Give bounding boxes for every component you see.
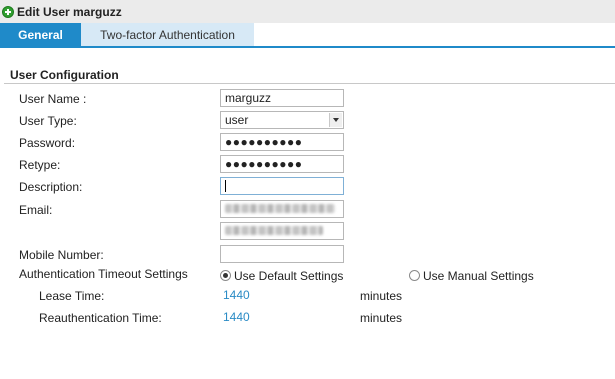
user-type-label: User Type:	[19, 114, 77, 128]
mobile-number-label: Mobile Number:	[19, 248, 104, 262]
use-manual-settings-label[interactable]: Use Manual Settings	[423, 269, 534, 283]
auth-timeout-label: Authentication Timeout Settings	[19, 267, 188, 281]
user-type-selected-value: user	[225, 113, 249, 127]
lease-time-unit: minutes	[360, 289, 403, 303]
reauthentication-time-unit: minutes	[360, 311, 403, 325]
email-input-1[interactable]	[220, 200, 344, 218]
tab-general[interactable]: General	[0, 23, 81, 46]
description-input[interactable]	[220, 177, 344, 195]
redacted-email-1	[225, 204, 335, 213]
lease-time-value: 1440	[223, 288, 250, 302]
tab-strip: General Two-factor Authentication	[0, 23, 615, 48]
email-label: Email:	[19, 203, 53, 217]
user-name-label: User Name :	[19, 92, 87, 106]
redacted-email-2	[225, 226, 323, 235]
email-input-2[interactable]	[220, 222, 344, 240]
retype-password-input[interactable]: ●●●●●●●●●●	[220, 155, 344, 173]
mobile-number-input[interactable]	[220, 245, 344, 263]
lease-time-label: Lease Time:	[39, 289, 105, 303]
description-label: Description:	[19, 180, 83, 194]
section-divider	[4, 83, 615, 84]
text-caret	[225, 180, 226, 192]
use-default-settings-radio[interactable]	[220, 270, 231, 281]
reauthentication-time-label: Reauthentication Time:	[39, 311, 162, 325]
user-type-select[interactable]: user	[220, 111, 344, 129]
retype-label: Retype:	[19, 158, 61, 172]
use-manual-settings-radio[interactable]	[409, 270, 420, 281]
chevron-down-icon[interactable]	[329, 113, 342, 127]
use-default-settings-label[interactable]: Use Default Settings	[234, 269, 343, 283]
plus-circle-icon	[2, 5, 14, 18]
reauthentication-time-value: 1440	[223, 310, 250, 324]
section-title: User Configuration	[10, 68, 119, 82]
password-input[interactable]: ●●●●●●●●●●	[220, 133, 344, 151]
window-title: Edit User marguzz	[17, 4, 122, 19]
user-name-input[interactable]: marguzz	[220, 89, 344, 107]
tab-two-factor-authentication[interactable]: Two-factor Authentication	[81, 23, 254, 46]
window-title-bar: Edit User marguzz	[0, 0, 615, 23]
password-label: Password:	[19, 136, 76, 150]
